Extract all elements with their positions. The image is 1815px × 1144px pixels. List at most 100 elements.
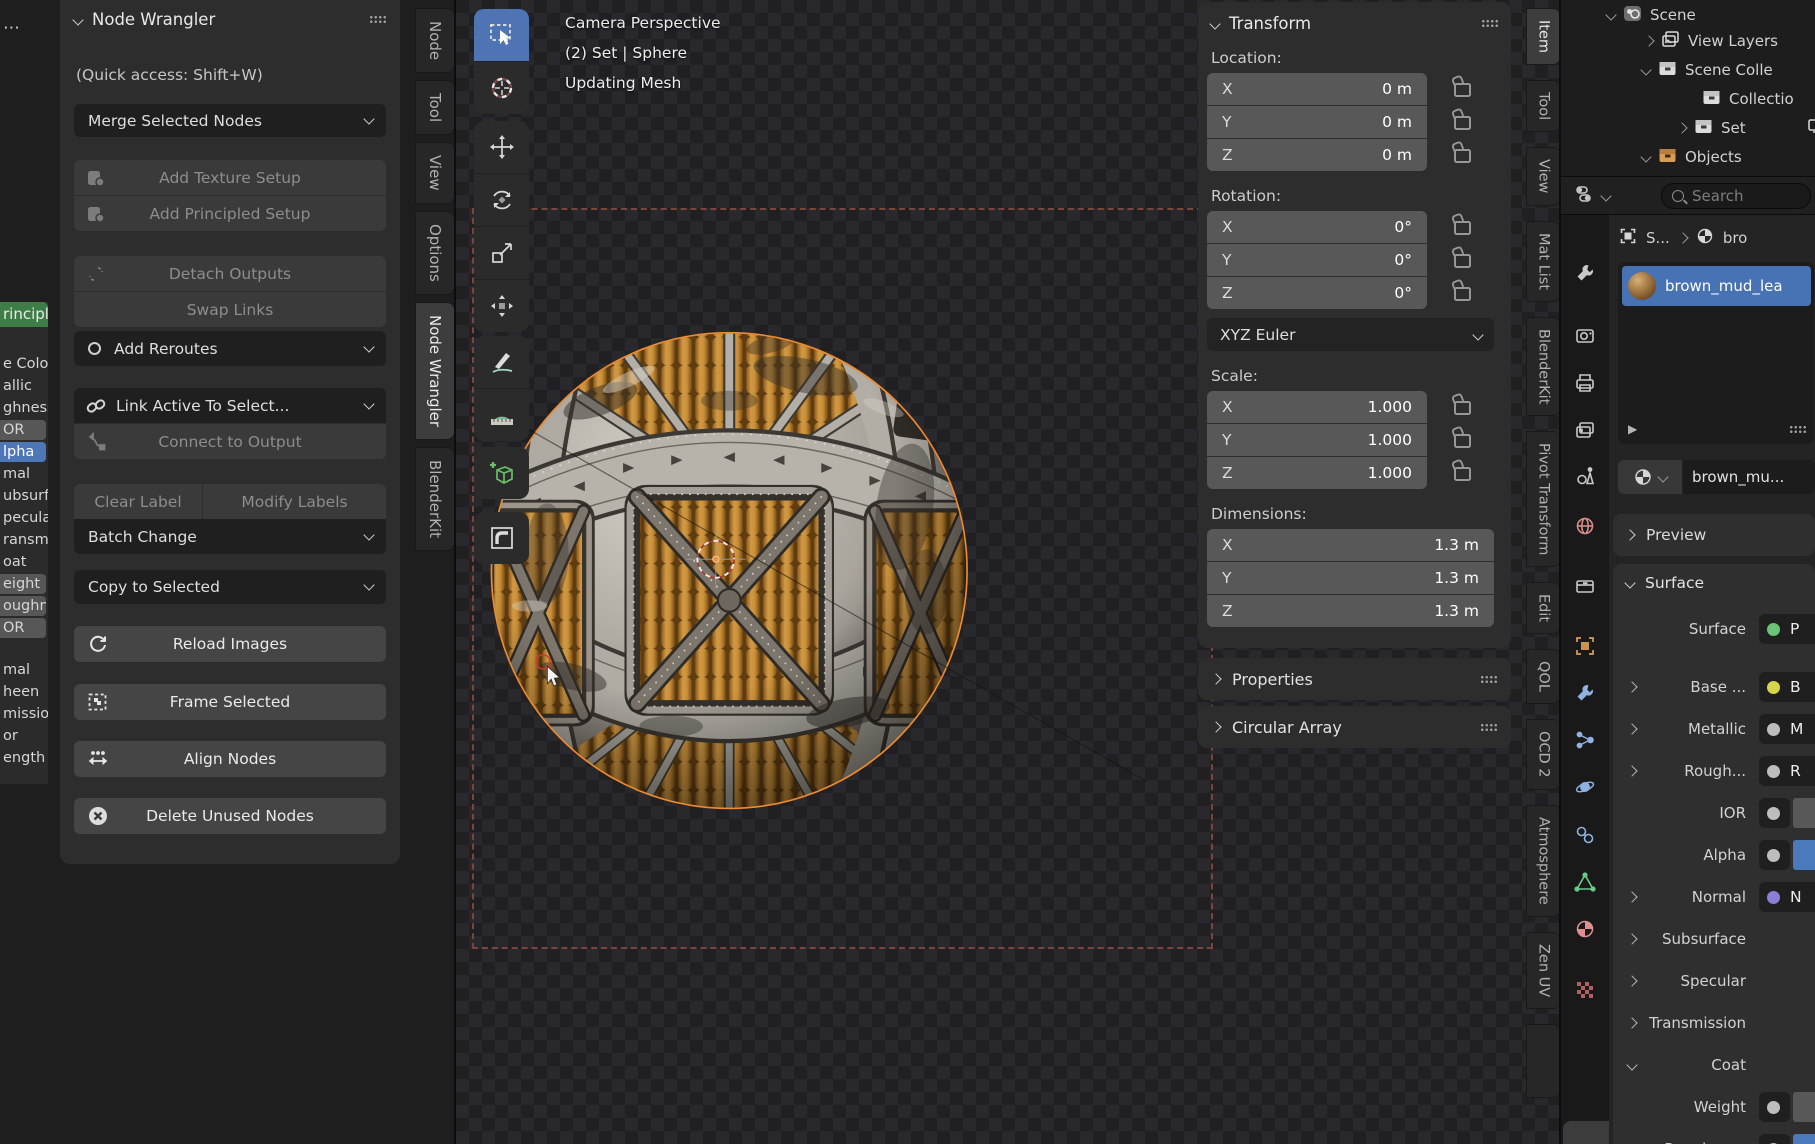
node-socket-label[interactable]: oat [0, 552, 48, 572]
number-field[interactable]: Y1.000 [1207, 424, 1427, 456]
expand-chevron[interactable] [1621, 1019, 1643, 1027]
sidebar-tab[interactable]: Mat List [1526, 221, 1561, 302]
expand-chevron[interactable] [1621, 1061, 1643, 1069]
scale-tool[interactable] [474, 226, 529, 279]
add-reroutes-button[interactable]: Add Reroutes [74, 331, 386, 366]
add-cube-tool[interactable] [474, 447, 529, 499]
unlock-icon[interactable] [1454, 116, 1471, 130]
node-socket-label[interactable]: mal [0, 464, 48, 484]
sidebar-tab[interactable]: QOL [1526, 649, 1561, 704]
outliner-row-scene[interactable]: Scene [1607, 2, 1696, 28]
unlock-icon[interactable] [1454, 254, 1471, 268]
node-socket-label[interactable]: ransmis [0, 530, 48, 550]
node-socket-label[interactable]: allic [0, 376, 48, 396]
sidebar-tab[interactable] [1526, 1024, 1561, 1098]
expand-chevron[interactable] [1621, 767, 1643, 775]
sidebar-tab[interactable]: Tool [415, 80, 455, 135]
breadcrumb-material[interactable]: bro [1723, 229, 1748, 247]
node-socket-label[interactable]: OR [0, 420, 46, 440]
material-slot-list[interactable]: brown_mud_lea ▶ [1618, 262, 1814, 444]
batch-change-button[interactable]: Batch Change [74, 519, 386, 554]
outliner-row-scene-collection[interactable]: Scene Colle [1642, 57, 1773, 83]
number-field[interactable]: Z0° [1207, 277, 1427, 309]
chevron-right-icon[interactable] [1676, 122, 1687, 133]
tab-tool[interactable] [1570, 258, 1600, 288]
expand-chevron[interactable] [1621, 893, 1643, 901]
tab-view-layer[interactable] [1570, 416, 1600, 446]
outliner-row-view-layers[interactable]: View Layers [1645, 28, 1778, 54]
sidebar-tab[interactable]: Options [415, 211, 455, 295]
chevron-down-icon[interactable] [72, 14, 83, 25]
sidebar-tab[interactable]: Pivot Transform [1526, 431, 1561, 567]
annotate-tool[interactable] [474, 336, 529, 388]
connect-to-output-button[interactable]: Connect to Output [74, 424, 386, 459]
unlock-icon[interactable] [1454, 287, 1471, 301]
node-socket-label[interactable]: OR [0, 618, 46, 638]
tab-collection[interactable] [1570, 571, 1600, 601]
link-active-to-selected-button[interactable]: Link Active To Select... [74, 388, 386, 423]
tab-constraints[interactable] [1570, 820, 1600, 850]
sidebar-tab[interactable]: View [1526, 147, 1561, 205]
chevron-down-icon[interactable] [1640, 64, 1651, 75]
node-socket-label[interactable]: lpha [0, 442, 46, 462]
delete-unused-nodes-button[interactable]: Delete Unused Nodes [74, 798, 386, 834]
tab-output[interactable] [1570, 368, 1600, 398]
sidebar-tab[interactable]: Node [415, 8, 455, 73]
align-nodes-button[interactable]: Align Nodes [74, 741, 386, 777]
linked-value-button[interactable]: N [1759, 882, 1815, 912]
node-socket-label[interactable]: heen [0, 682, 48, 702]
rotation-mode-dropdown[interactable]: XYZ Euler [1207, 318, 1494, 351]
tab-particles[interactable] [1570, 725, 1600, 755]
tab-object-data[interactable] [1570, 867, 1600, 897]
linked-value-button[interactable] [1759, 1092, 1790, 1122]
sidebar-tab[interactable]: View [415, 142, 455, 204]
number-field[interactable]: Y1.3 m [1207, 562, 1494, 594]
box-select-tool[interactable] [474, 9, 529, 61]
node-socket-label[interactable]: ghness [0, 398, 48, 418]
tab-render[interactable] [1570, 321, 1600, 351]
add-principled-setup-button[interactable]: Add Principled Setup [74, 196, 386, 231]
search-input[interactable]: Search [1661, 183, 1811, 209]
chevron-down-icon[interactable] [1640, 151, 1651, 162]
number-field[interactable]: X1.3 m [1207, 529, 1494, 561]
properties-collapsed-panel[interactable]: Properties [1198, 658, 1511, 700]
editor-type-selector[interactable] [1575, 183, 1637, 209]
measure-tool[interactable] [474, 388, 529, 441]
sidebar-tab[interactable]: Zen UV [1526, 932, 1561, 1009]
detach-outputs-button[interactable]: Detach Outputs [74, 256, 386, 291]
partial-principled-node[interactable]: rincipled e Color allic ghness OR lpha m… [0, 302, 48, 784]
expand-chevron[interactable] [1621, 935, 1643, 943]
tab-object[interactable] [1570, 631, 1600, 661]
number-field[interactable]: X1.000 [1207, 391, 1427, 423]
number-field[interactable]: Y0 m [1207, 106, 1427, 138]
linked-value-button[interactable] [1759, 1134, 1790, 1144]
unlock-icon[interactable] [1454, 401, 1471, 415]
outliner-row-objects[interactable]: Objects [1642, 144, 1742, 170]
sidebar-tab[interactable]: Item [1526, 8, 1561, 65]
outliner-row-collection[interactable]: Collectio [1702, 86, 1794, 112]
chevron-down-icon[interactable] [1209, 18, 1220, 29]
unlock-icon[interactable] [1454, 221, 1471, 235]
node-socket-label[interactable]: or [0, 726, 48, 746]
linked-value-button[interactable] [1759, 798, 1790, 828]
circular-array-collapsed-panel[interactable]: Circular Array [1198, 706, 1511, 748]
material-slot-selected[interactable]: brown_mud_lea [1622, 266, 1811, 306]
number-field[interactable]: Z1.3 m [1207, 595, 1494, 627]
chevron-down-icon[interactable] [1605, 9, 1616, 20]
cursor-tool[interactable] [474, 61, 529, 114]
expand-chevron[interactable] [1621, 683, 1643, 691]
clear-label-button[interactable]: Clear Label [74, 484, 202, 519]
frame-selected-button[interactable]: Frame Selected [74, 684, 386, 720]
tab-scene[interactable] [1570, 461, 1600, 491]
sidebar-tab[interactable]: Node Wrangler [415, 302, 455, 440]
node-socket-label[interactable]: ubsurfa [0, 486, 48, 506]
specials-arrow-icon[interactable]: ▶ [1628, 422, 1637, 436]
value-slider[interactable] [1793, 1092, 1815, 1122]
sidebar-tab[interactable]: OCD 2 [1526, 719, 1561, 790]
expand-chevron[interactable] [1621, 725, 1643, 733]
linked-value-button[interactable]: P [1759, 614, 1815, 644]
node-socket-label[interactable]: eight [0, 574, 46, 594]
node-socket-label[interactable]: ength [0, 748, 48, 768]
tab-texture[interactable] [1570, 975, 1600, 1005]
value-slider[interactable] [1793, 1134, 1815, 1144]
